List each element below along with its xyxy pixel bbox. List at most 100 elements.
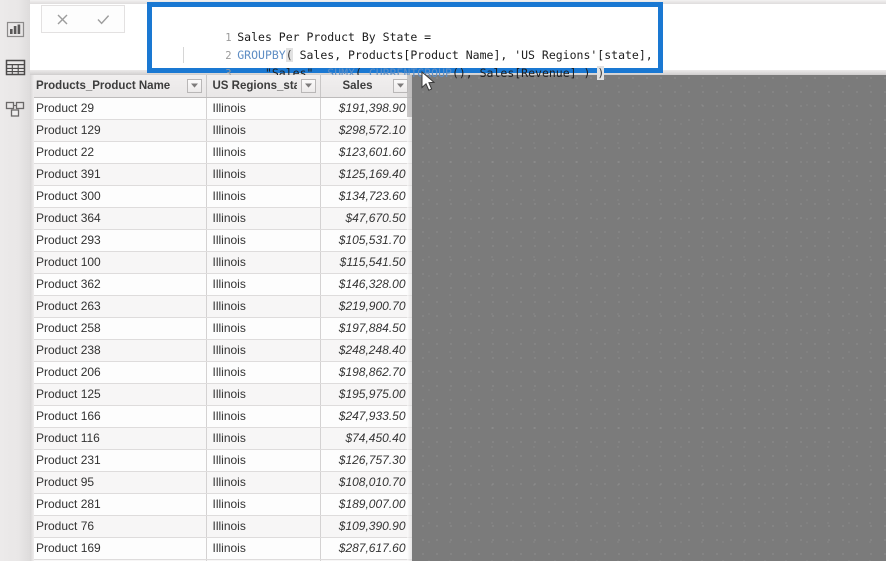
table-cell-state[interactable]: Illinois (206, 339, 321, 362)
table-cell-product[interactable]: Product 206 (30, 361, 207, 384)
table-cell-product[interactable]: Product 100 (30, 251, 207, 274)
sidebar-item-report-view[interactable] (0, 12, 30, 46)
table-cell-product[interactable]: Product 125 (30, 383, 207, 406)
table-cell-sales[interactable]: $108,010.70 (320, 471, 412, 494)
table-cell-sales[interactable]: $197,884.50 (320, 317, 412, 340)
table-cell-sales[interactable]: $125,169.40 (320, 163, 412, 186)
table-row[interactable]: Product 29 Illinois $191,398.90 (30, 97, 412, 120)
sidebar-item-data-view[interactable] (0, 50, 30, 84)
table-cell-state[interactable]: Illinois (206, 405, 321, 428)
table-cell-state[interactable]: Illinois (206, 163, 321, 186)
table-row[interactable]: Product 100 Illinois $115,541.50 (30, 251, 412, 274)
sidebar-item-model-view[interactable] (0, 92, 30, 126)
table-row[interactable]: Product 206 Illinois $198,862.70 (30, 361, 412, 384)
table-cell-state[interactable]: Illinois (206, 273, 321, 296)
table-cell-sales[interactable]: $109,390.90 (320, 515, 412, 538)
table-cell-product[interactable]: Product 76 (30, 515, 207, 538)
table-cell-product[interactable]: Product 166 (30, 405, 207, 428)
table-cell-sales[interactable]: $134,723.60 (320, 185, 412, 208)
table-cell-sales[interactable]: $105,531.70 (320, 229, 412, 252)
table-cell-sales[interactable]: $298,572.10 (320, 119, 412, 142)
table-row[interactable]: Product 22 Illinois $123,601.60 (30, 141, 412, 164)
table-cell-product[interactable]: Product 364 (30, 207, 207, 230)
table-cell-sales[interactable]: $287,617.60 (320, 537, 412, 560)
table-cell-state[interactable]: Illinois (206, 295, 321, 318)
filter-dropdown-sales[interactable] (392, 78, 408, 93)
table-cell-product[interactable]: Product 238 (30, 339, 207, 362)
table-cell-state[interactable]: Illinois (206, 493, 321, 516)
column-header-sales[interactable]: Sales (320, 75, 412, 98)
table-row[interactable]: Product 258 Illinois $197,884.50 (30, 317, 412, 340)
table-row[interactable]: Product 364 Illinois $47,670.50 (30, 207, 412, 230)
column-header-product-name[interactable]: Products_Product Name (30, 75, 207, 98)
column-header-state[interactable]: US Regions_state (206, 75, 321, 98)
table-cell-sales[interactable]: $189,007.00 (320, 493, 412, 516)
table-row[interactable]: Product 116 Illinois $74,450.40 (30, 427, 412, 450)
table-row[interactable]: Product 231 Illinois $126,757.30 (30, 449, 412, 472)
table-cell-state[interactable]: Illinois (206, 471, 321, 494)
table-cell-state[interactable]: Illinois (206, 251, 321, 274)
table-cell-state[interactable]: Illinois (206, 207, 321, 230)
table-row[interactable]: Product 263 Illinois $219,900.70 (30, 295, 412, 318)
table-cell-state[interactable]: Illinois (206, 427, 321, 450)
table-cell-sales[interactable]: $126,757.30 (320, 449, 412, 472)
table-cell-sales[interactable]: $219,900.70 (320, 295, 412, 318)
table-cell-product[interactable]: Product 116 (30, 427, 207, 450)
commit-formula-button[interactable] (83, 6, 124, 32)
filter-dropdown-product-name[interactable] (186, 78, 202, 93)
scrollbar-thumb[interactable] (407, 75, 412, 117)
table-cell-product[interactable]: Product 293 (30, 229, 207, 252)
table-cell-product[interactable]: Product 281 (30, 493, 207, 516)
table-row[interactable]: Product 76 Illinois $109,390.90 (30, 515, 412, 538)
table-cell-product[interactable]: Product 29 (30, 97, 207, 120)
table-cell-product[interactable]: Product 263 (30, 295, 207, 318)
table-cell-product[interactable]: Product 300 (30, 185, 207, 208)
dax-formula-editor[interactable]: 1 Sales Per Product By State = 2 GROUPBY( … (152, 7, 658, 80)
table-cell-state[interactable]: Illinois (206, 119, 321, 142)
table-row[interactable]: Product 129 Illinois $298,572.10 (30, 119, 412, 142)
table-cell-sales[interactable]: $191,398.90 (320, 97, 412, 120)
table-cell-state[interactable]: Illinois (206, 229, 321, 252)
filter-dropdown-state[interactable] (300, 78, 316, 93)
table-row[interactable]: Product 169 Illinois $287,617.60 (30, 537, 412, 560)
table-row[interactable]: Product 125 Illinois $195,975.00 (30, 383, 412, 406)
table-cell-sales[interactable]: $247,933.50 (320, 405, 412, 428)
table-cell-sales[interactable]: $74,450.40 (320, 427, 412, 450)
code-line[interactable]: 1 Sales Per Product By State = (152, 10, 658, 44)
table-cell-state[interactable]: Illinois (206, 515, 321, 538)
table-cell-sales[interactable]: $146,328.00 (320, 273, 412, 296)
table-cell-state[interactable]: Illinois (206, 141, 321, 164)
table-cell-state[interactable]: Illinois (206, 317, 321, 340)
table-row[interactable]: Product 95 Illinois $108,010.70 (30, 471, 412, 494)
table-cell-state[interactable]: Illinois (206, 383, 321, 406)
code-line[interactable]: 2 GROUPBY( Sales, Products[Product Name],… (152, 28, 658, 62)
table-row[interactable]: Product 238 Illinois $248,248.40 (30, 339, 412, 362)
table-cell-product[interactable]: Product 258 (30, 317, 207, 340)
table-cell-state[interactable]: Illinois (206, 537, 321, 560)
table-cell-state[interactable]: Illinois (206, 185, 321, 208)
table-cell-state[interactable]: Illinois (206, 449, 321, 472)
table-cell-product[interactable]: Product 362 (30, 273, 207, 296)
table-cell-sales[interactable]: $115,541.50 (320, 251, 412, 274)
cancel-formula-button[interactable] (42, 6, 83, 32)
table-cell-product[interactable]: Product 391 (30, 163, 207, 186)
table-cell-state[interactable]: Illinois (206, 97, 321, 120)
table-cell-product[interactable]: Product 169 (30, 537, 207, 560)
table-cell-product[interactable]: Product 22 (30, 141, 207, 164)
table-row[interactable]: Product 166 Illinois $247,933.50 (30, 405, 412, 428)
table-cell-product[interactable]: Product 231 (30, 449, 207, 472)
table-row[interactable]: Product 391 Illinois $125,169.40 (30, 163, 412, 186)
table-cell-sales[interactable]: $195,975.00 (320, 383, 412, 406)
table-row[interactable]: Product 293 Illinois $105,531.70 (30, 229, 412, 252)
table-cell-product[interactable]: Product 129 (30, 119, 207, 142)
table-cell-sales[interactable]: $198,862.70 (320, 361, 412, 384)
table-row[interactable]: Product 362 Illinois $146,328.00 (30, 273, 412, 296)
table-vertical-scrollbar[interactable] (407, 75, 412, 561)
table-row[interactable]: Product 281 Illinois $189,007.00 (30, 493, 412, 516)
table-cell-sales[interactable]: $248,248.40 (320, 339, 412, 362)
table-cell-state[interactable]: Illinois (206, 361, 321, 384)
table-cell-sales[interactable]: $47,670.50 (320, 207, 412, 230)
table-cell-sales[interactable]: $123,601.60 (320, 141, 412, 164)
table-cell-product[interactable]: Product 95 (30, 471, 207, 494)
table-row[interactable]: Product 300 Illinois $134,723.60 (30, 185, 412, 208)
